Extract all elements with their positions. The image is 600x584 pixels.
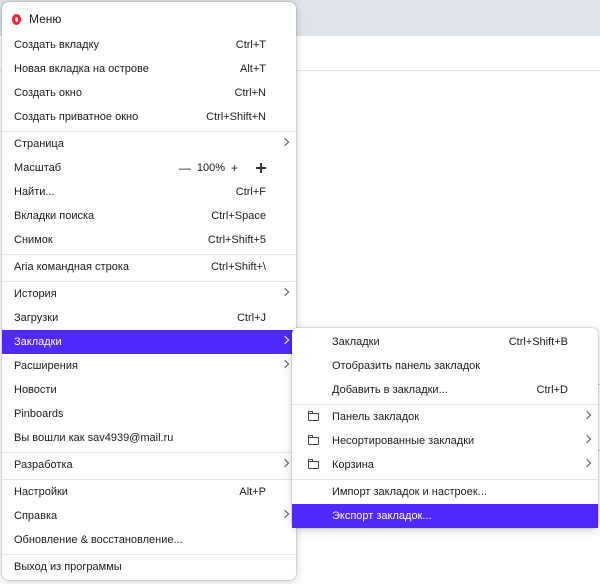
menu-item-bookmarks[interactable]: Закладки [2, 330, 296, 354]
chevron-right-icon [280, 287, 290, 297]
shortcut: Ctrl+Space [211, 210, 266, 222]
shortcut: Ctrl+Shift+\ [210, 261, 266, 273]
menu-title: Меню [29, 12, 62, 26]
chevron-right-icon [280, 359, 290, 369]
menu-item-find[interactable]: Найти... Ctrl+F [2, 180, 296, 204]
menu-item-exit[interactable]: Выход из программы [2, 555, 296, 579]
chevron-right-icon [280, 335, 290, 345]
chevron-right-icon [280, 458, 290, 468]
menu-item-news[interactable]: Новости [2, 378, 296, 402]
chevron-right-icon [582, 458, 592, 468]
submenu-item-add-bookmark[interactable]: Добавить в закладки... Ctrl+D [292, 378, 598, 402]
chevron-right-icon [280, 509, 290, 519]
fullscreen-icon[interactable] [256, 163, 266, 173]
menu-item-aria-command-line[interactable]: Aria командная строка Ctrl+Shift+\ [2, 255, 296, 279]
submenu-item-unsorted-bookmarks[interactable]: Несортированные закладки [292, 429, 598, 453]
menu-item-help[interactable]: Справка [2, 504, 296, 528]
zoom-in-button[interactable]: + [231, 161, 238, 175]
chevron-right-icon [582, 410, 592, 420]
menu-item-zoom: Масштаб — 100% + [2, 156, 296, 180]
main-menu: Меню Создать вкладку Ctrl+T Новая вкладк… [2, 2, 296, 580]
submenu-item-export-bookmarks[interactable]: Экспорт закладок... [292, 504, 598, 528]
menu-item-snapshot[interactable]: Снимок Ctrl+Shift+5 [2, 228, 296, 252]
zoom-controls: — 100% + [179, 161, 266, 175]
menu-item-downloads[interactable]: Загрузки Ctrl+J [2, 306, 296, 330]
chevron-right-icon [582, 434, 592, 444]
shortcut: Ctrl+T [235, 39, 266, 51]
submenu-item-trash[interactable]: Корзина [292, 453, 598, 477]
zoom-out-button[interactable]: — [179, 161, 191, 175]
menu-item-pinboards[interactable]: Pinboards [2, 402, 296, 426]
menu-item-new-island-tab[interactable]: Новая вкладка на острове Alt+T [2, 57, 296, 81]
shortcut: Ctrl+D [536, 384, 568, 396]
shortcut: Ctrl+Shift+N [206, 111, 266, 123]
submenu-item-show-bookmarks-bar[interactable]: Отобразить панель закладок [292, 354, 598, 378]
menu-header: Меню [12, 10, 61, 28]
submenu-item-bookmarks[interactable]: Закладки Ctrl+Shift+B [292, 330, 598, 354]
menu-item-search-tabs[interactable]: Вкладки поиска Ctrl+Space [2, 204, 296, 228]
chevron-right-icon [280, 137, 290, 147]
folder-icon [307, 434, 319, 445]
shortcut: Ctrl+J [236, 312, 266, 324]
shortcut: Alt+P [239, 486, 266, 498]
opera-logo-icon [12, 13, 21, 25]
menu-item-new-window[interactable]: Создать окно Ctrl+N [2, 81, 296, 105]
menu-item-new-tab[interactable]: Создать вкладку Ctrl+T [2, 33, 296, 57]
shortcut: Ctrl+F [235, 186, 266, 198]
shortcut: Ctrl+Shift+B [508, 336, 568, 348]
shortcut: Ctrl+Shift+5 [207, 234, 266, 246]
shortcut: Ctrl+N [234, 87, 266, 99]
submenu-item-bookmarks-bar-folder[interactable]: Панель закладок [292, 405, 598, 429]
bookmarks-submenu: Закладки Ctrl+Shift+B Отобразить панель … [292, 328, 598, 528]
menu-item-history[interactable]: История [2, 282, 296, 306]
menu-item-extensions[interactable]: Расширения [2, 354, 296, 378]
submenu-item-import-bookmarks[interactable]: Импорт закладок и настроек... [292, 480, 598, 504]
folder-icon [307, 410, 319, 421]
menu-item-new-private-window[interactable]: Создать приватное окно Ctrl+Shift+N [2, 105, 296, 129]
menu-item-page[interactable]: Страница [2, 132, 296, 156]
menu-item-settings[interactable]: Настройки Alt+P [2, 480, 296, 504]
menu-item-update-recovery[interactable]: Обновление & восстановление... [2, 528, 296, 552]
folder-icon [307, 458, 319, 469]
shortcut: Alt+T [240, 63, 266, 75]
zoom-level: 100% [196, 162, 225, 174]
menu-item-signed-in-account[interactable]: Вы вошли как sav4939@mail.ru [2, 426, 296, 450]
menu-item-developer[interactable]: Разработка [2, 453, 296, 477]
